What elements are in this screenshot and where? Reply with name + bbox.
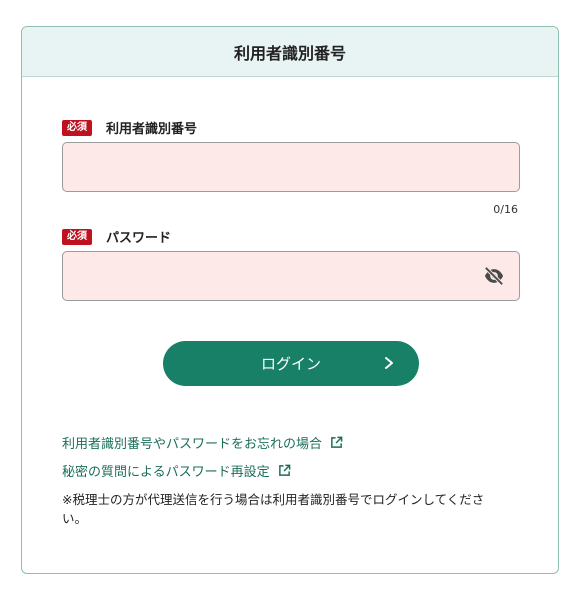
login-button[interactable]: ログイン <box>163 341 419 386</box>
password-input[interactable] <box>63 252 519 300</box>
card-header: 利用者識別番号 <box>22 27 558 77</box>
chevron-right-icon <box>385 357 393 369</box>
user-id-label: 利用者識別番号 <box>106 122 198 137</box>
required-badge: 必須 <box>62 228 92 245</box>
external-link-icon <box>331 436 343 448</box>
password-reset-label: 秘密の質問によるパスワード再設定 <box>62 465 270 480</box>
password-field-box[interactable] <box>62 251 520 301</box>
char-counter: 0/16 <box>493 203 518 216</box>
login-card: 利用者識別番号 必須 利用者識別番号 0/16 必須 パスワード ログイン 利用… <box>21 26 559 574</box>
proxy-note: ※税理士の方が代理送信を行う場合は利用者識別番号でログインしてください。 <box>62 492 485 526</box>
user-id-input[interactable] <box>63 143 519 191</box>
external-link-icon <box>278 464 290 476</box>
user-id-label-row: 必須 利用者識別番号 <box>62 118 197 137</box>
password-label: パスワード <box>106 231 172 246</box>
forgot-credentials-label: 利用者識別番号やパスワードをお忘れの場合 <box>62 437 323 452</box>
eye-off-icon[interactable] <box>483 266 505 286</box>
password-reset-link[interactable]: 秘密の質問によるパスワード再設定 <box>62 461 291 480</box>
login-button-label: ログイン <box>260 355 321 373</box>
password-label-row: 必須 パスワード <box>62 227 171 246</box>
required-badge: 必須 <box>62 119 92 136</box>
page-title: 利用者識別番号 <box>233 43 346 63</box>
user-id-field-box[interactable] <box>62 142 520 192</box>
forgot-credentials-link[interactable]: 利用者識別番号やパスワードをお忘れの場合 <box>62 433 343 452</box>
